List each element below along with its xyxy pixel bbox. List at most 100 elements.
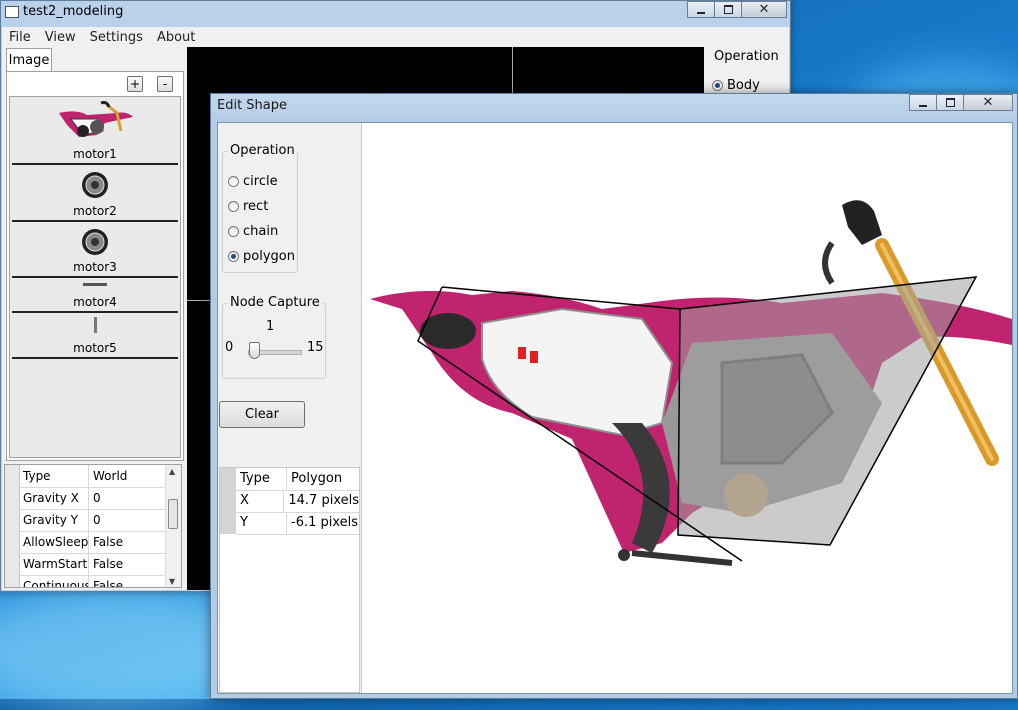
property-row[interactable]: Gravity X 0 <box>19 487 167 510</box>
selected-polygon-shape[interactable] <box>677 276 978 546</box>
properties-scrollbar[interactable]: ▲ ▼ <box>165 465 181 587</box>
property-row[interactable]: Type World <box>19 465 167 488</box>
image-item-motor1[interactable]: motor1 <box>12 97 178 165</box>
shape-info-table: Type Polygon X 14.7 pixels Y -6.1 pixels <box>219 467 360 693</box>
motor4-thumbnail <box>83 283 107 286</box>
scroll-down-icon[interactable]: ▼ <box>169 577 175 586</box>
radio-label: Body <box>727 78 760 93</box>
radio-rect[interactable]: rect <box>228 199 268 214</box>
add-image-button[interactable]: + <box>127 76 143 92</box>
image-item-motor5[interactable]: motor5 <box>12 313 178 359</box>
operation-title: Operation <box>714 49 779 64</box>
property-value[interactable]: False <box>89 553 167 575</box>
window-title: test2_modeling <box>23 4 124 19</box>
info-key: Y <box>236 512 287 534</box>
shape-edit-canvas[interactable] <box>362 123 1012 693</box>
close-icon: ✕ <box>982 95 994 110</box>
dialog-titlebar[interactable]: Edit Shape ✕ <box>211 94 1017 120</box>
radio-body[interactable]: Body <box>712 78 760 93</box>
info-row[interactable]: X 14.7 pixels <box>236 490 359 513</box>
scroll-up-icon[interactable]: ▲ <box>169 467 175 476</box>
motorbike-image <box>370 200 1012 566</box>
node-capture-title: Node Capture <box>228 295 322 310</box>
menu-settings[interactable]: Settings <box>83 30 150 45</box>
menu-file[interactable]: File <box>2 30 38 45</box>
maximize-icon <box>723 5 733 14</box>
property-row[interactable]: Continuous False <box>19 575 167 587</box>
radio-label: rect <box>243 199 269 214</box>
operation-group-title: Operation <box>228 143 297 158</box>
minimize-icon <box>919 104 927 107</box>
scroll-thumb[interactable] <box>168 499 178 529</box>
maximize-button[interactable] <box>714 1 742 18</box>
radio-dot <box>228 176 239 187</box>
remove-image-button[interactable]: - <box>157 76 173 92</box>
property-value[interactable]: 0 <box>89 487 167 509</box>
motor1-thumbnail <box>59 101 133 137</box>
info-row[interactable]: Y -6.1 pixels <box>236 512 359 535</box>
property-key: Gravity X <box>19 487 89 509</box>
property-key: Continuous <box>19 575 89 587</box>
radio-chain[interactable]: chain <box>228 224 278 239</box>
info-row[interactable]: Type Polygon <box>236 468 359 491</box>
image-tab-panel: + - motor1 motor2 motor3 motor4 motor5 <box>6 71 184 461</box>
menu-bar: File View Settings About <box>2 27 789 47</box>
minimize-icon <box>697 11 705 14</box>
image-label: motor1 <box>73 147 117 161</box>
property-value[interactable]: 0 <box>89 509 167 531</box>
decal-mark <box>518 347 526 359</box>
dialog-client: Operation circle rect chain polygon Node… <box>217 122 1013 694</box>
property-row[interactable]: WarmStarti False <box>19 553 167 576</box>
property-key: Gravity Y <box>19 509 89 531</box>
main-titlebar[interactable]: test2_modeling ✕ <box>1 1 790 23</box>
image-label: motor3 <box>73 260 117 274</box>
dialog-maximize-button[interactable] <box>936 94 964 111</box>
dialog-close-button[interactable]: ✕ <box>963 94 1013 111</box>
info-value[interactable]: -6.1 pixels <box>287 512 359 534</box>
info-value[interactable]: Polygon <box>287 468 359 490</box>
edit-shape-dialog: Edit Shape ✕ Operation circle rect chain… <box>210 93 1018 699</box>
radio-dot <box>712 80 723 91</box>
motor5-thumbnail <box>94 317 97 333</box>
dialog-title: Edit Shape <box>217 98 288 113</box>
menu-view[interactable]: View <box>38 30 83 45</box>
slider-value: 1 <box>266 319 275 334</box>
info-value[interactable]: 14.7 pixels <box>284 490 359 512</box>
property-row[interactable]: AllowSleep False <box>19 531 167 554</box>
clear-button[interactable]: Clear <box>219 401 305 428</box>
maximize-icon <box>945 98 955 107</box>
radio-label: circle <box>243 174 278 189</box>
property-key: AllowSleep <box>19 531 89 553</box>
row-header <box>220 468 236 534</box>
minimize-button[interactable] <box>687 1 715 18</box>
radio-circle[interactable]: circle <box>228 174 278 189</box>
operation-groupbox: Operation circle rect chain polygon <box>222 143 298 273</box>
property-key: Type <box>19 465 89 487</box>
image-label: motor4 <box>73 295 117 309</box>
dialog-left-panel: Operation circle rect chain polygon Node… <box>218 123 362 693</box>
menu-about[interactable]: About <box>150 30 202 45</box>
radio-polygon[interactable]: polygon <box>228 249 295 264</box>
row-header <box>5 465 20 587</box>
info-key: Type <box>236 468 287 490</box>
image-item-motor4[interactable]: motor4 <box>12 278 178 313</box>
close-button[interactable]: ✕ <box>741 1 787 18</box>
image-item-motor3[interactable]: motor3 <box>12 222 178 278</box>
property-value[interactable]: False <box>89 531 167 553</box>
image-item-motor2[interactable]: motor2 <box>12 165 178 222</box>
close-icon: ✕ <box>758 2 770 17</box>
property-row[interactable]: Gravity Y 0 <box>19 509 167 532</box>
property-value[interactable]: World <box>89 465 167 487</box>
radio-dot <box>228 226 239 237</box>
node-capture-slider-thumb[interactable] <box>249 342 260 359</box>
radio-dot <box>228 251 239 262</box>
dialog-minimize-button[interactable] <box>909 94 937 111</box>
property-value[interactable]: False <box>89 575 167 587</box>
node-capture-groupbox: Node Capture 1 0 15 <box>222 295 326 379</box>
tab-image[interactable]: Image <box>6 48 52 72</box>
motor2-thumbnail <box>82 172 108 198</box>
slider-max-label: 15 <box>307 340 324 355</box>
world-properties-table: Type World Gravity X 0 Gravity Y 0 Allow… <box>4 464 182 588</box>
image-list: motor1 motor2 motor3 motor4 motor5 <box>9 96 181 458</box>
motor3-thumbnail <box>82 229 108 255</box>
